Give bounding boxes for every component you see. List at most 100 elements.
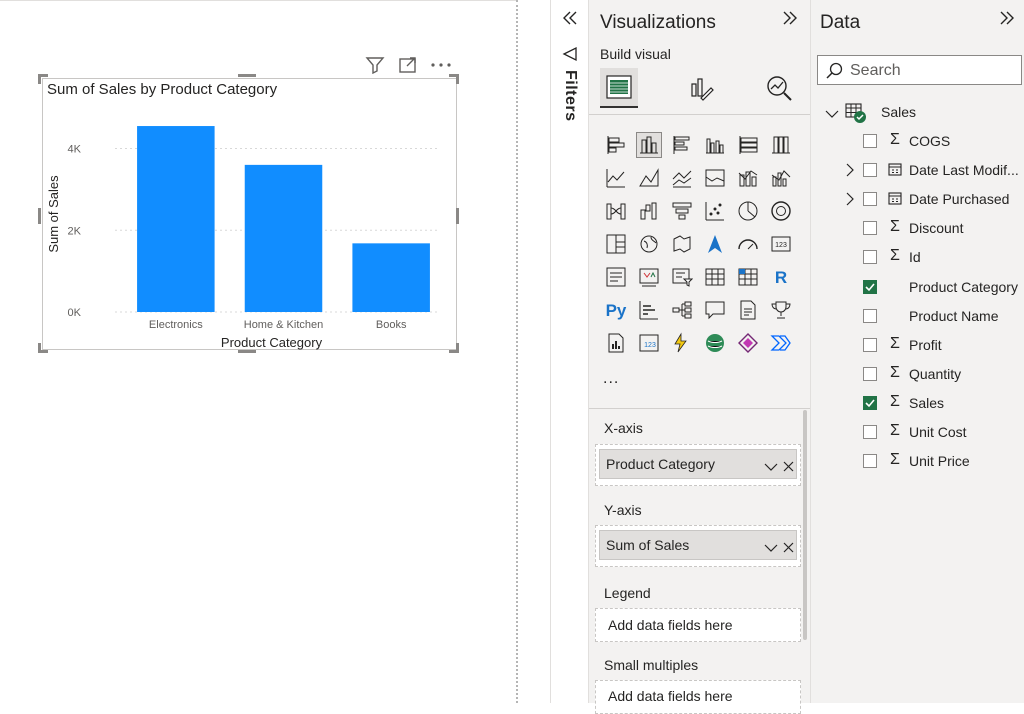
field-checkbox[interactable]	[863, 366, 877, 381]
decomposition-tree-icon[interactable]	[669, 297, 695, 323]
build-visual-tab[interactable]	[600, 68, 638, 108]
field-row[interactable]: Σ Quantity	[841, 362, 1024, 386]
power-apps-card-icon[interactable]: 123	[636, 330, 662, 356]
multi-row-card-icon[interactable]	[603, 264, 629, 290]
resize-handle[interactable]	[38, 74, 41, 84]
field-checkbox[interactable]	[863, 395, 877, 410]
field-checkbox[interactable]	[863, 425, 877, 439]
ribbon-chart-icon[interactable]	[603, 198, 629, 224]
y-axis-field-pill[interactable]: Sum of Sales	[599, 530, 797, 560]
pie-chart-icon[interactable]	[735, 198, 761, 224]
field-checkbox[interactable]	[863, 221, 877, 236]
analytics-tab[interactable]	[760, 68, 798, 108]
table-node-sales[interactable]: Sales	[825, 100, 1015, 124]
field-row[interactable]: Σ Unit Price	[841, 449, 1024, 473]
field-checkbox[interactable]	[863, 163, 877, 178]
kpi-icon[interactable]	[636, 264, 662, 290]
close-icon[interactable]	[783, 459, 794, 477]
chevron-down-icon[interactable]	[764, 540, 778, 558]
field-row[interactable]: Date Purchased	[841, 187, 1024, 211]
slicer-icon[interactable]	[669, 264, 695, 290]
report-canvas[interactable]: Sum of Sales by Product Category 0K 2K 4K E…	[0, 0, 518, 703]
field-checkbox[interactable]	[863, 337, 877, 352]
field-row[interactable]: Product Category	[841, 275, 1024, 299]
card-icon[interactable]: 123	[768, 231, 794, 257]
expand-filters-icon[interactable]	[561, 10, 579, 31]
bar-chart-visual[interactable]: Sum of Sales by Product Category 0K 2K 4K E…	[42, 78, 457, 350]
waterfall-chart-icon[interactable]	[636, 198, 662, 224]
paginated-report-icon[interactable]	[603, 330, 629, 356]
field-row[interactable]: Σ Unit Cost	[841, 420, 1024, 444]
chevron-down-icon[interactable]	[764, 459, 778, 477]
field-row[interactable]: Σ Discount	[841, 216, 1024, 240]
resize-handle[interactable]	[456, 343, 459, 353]
focus-mode-icon[interactable]	[397, 54, 419, 76]
area-chart-icon[interactable]	[636, 165, 662, 191]
stacked-bar-chart-icon[interactable]	[603, 132, 629, 158]
donut-chart-icon[interactable]	[768, 198, 794, 224]
100-stacked-bar-icon[interactable]	[735, 132, 761, 158]
field-checkbox[interactable]	[863, 192, 877, 207]
y-axis-well[interactable]: Sum of Sales	[595, 525, 801, 567]
chevron-right-icon[interactable]	[845, 163, 855, 182]
filled-map-icon[interactable]	[669, 231, 695, 257]
field-checkbox[interactable]	[863, 454, 877, 469]
clustered-bar-chart-icon[interactable]	[669, 132, 695, 158]
scatter-chart-icon[interactable]	[702, 198, 728, 224]
100-stacked-column-icon[interactable]	[768, 132, 794, 158]
field-checkbox[interactable]	[863, 308, 877, 323]
clustered-column-chart-icon[interactable]	[702, 132, 728, 158]
resize-handle[interactable]	[456, 208, 459, 224]
field-checkbox[interactable]	[863, 250, 877, 265]
legend-well[interactable]: Add data fields here	[595, 608, 801, 642]
x-axis-field-pill[interactable]: Product Category	[599, 449, 797, 479]
map-icon[interactable]	[636, 231, 662, 257]
r-visual-icon[interactable]: R	[768, 264, 794, 290]
arcgis-map-icon[interactable]	[702, 330, 728, 356]
power-automate-flow-icon[interactable]	[768, 330, 794, 356]
filter-icon[interactable]	[364, 54, 386, 76]
python-visual-icon[interactable]: Py	[603, 297, 629, 323]
stacked-area-chart-icon[interactable]	[669, 165, 695, 191]
wells-scrollbar[interactable]	[803, 410, 807, 640]
line-chart-icon[interactable]	[603, 165, 629, 191]
power-apps-icon[interactable]	[735, 330, 761, 356]
x-axis-well[interactable]: Product Category	[595, 444, 801, 486]
qa-visual-icon[interactable]	[702, 297, 728, 323]
trophy-goals-icon[interactable]	[768, 297, 794, 323]
field-row[interactable]: Σ Sales	[841, 391, 1024, 415]
treemap-icon[interactable]	[603, 231, 629, 257]
field-row[interactable]: Product Name	[841, 304, 1024, 328]
stacked-column-chart-icon[interactable]	[636, 132, 662, 158]
field-checkbox[interactable]	[863, 279, 877, 294]
smart-narrative-icon[interactable]	[735, 297, 761, 323]
filters-pane[interactable]: Filters	[550, 0, 588, 703]
chevron-down-icon[interactable]	[825, 106, 839, 124]
resize-handle[interactable]	[238, 350, 256, 353]
resize-handle[interactable]	[238, 74, 256, 77]
key-influencers-icon[interactable]	[636, 297, 662, 323]
small-multiples-well[interactable]: Add data fields here	[595, 680, 801, 714]
resize-handle[interactable]	[456, 74, 459, 84]
search-input[interactable]: Search	[817, 55, 1022, 85]
funnel-chart-icon[interactable]	[669, 198, 695, 224]
table-icon[interactable]	[702, 264, 728, 290]
resize-handle[interactable]	[38, 208, 41, 224]
100-stacked-area-icon[interactable]	[702, 165, 728, 191]
field-row[interactable]: Date Last Modif...	[841, 158, 1024, 182]
azure-map-icon[interactable]	[702, 231, 728, 257]
resize-handle[interactable]	[38, 343, 41, 353]
filters-label[interactable]: Filters	[561, 70, 579, 122]
field-row[interactable]: Σ Profit	[841, 333, 1024, 357]
field-row[interactable]: Σ COGS	[841, 129, 1024, 153]
power-automate-icon[interactable]	[669, 330, 695, 356]
field-row[interactable]: Σ Id	[841, 245, 1024, 269]
line-stacked-column-icon[interactable]	[735, 165, 761, 191]
collapse-data-icon[interactable]	[998, 10, 1016, 31]
collapse-visualizations-icon[interactable]	[781, 10, 799, 31]
matrix-icon[interactable]	[735, 264, 761, 290]
more-visuals-button[interactable]: ...	[603, 370, 619, 388]
close-icon[interactable]	[783, 540, 794, 558]
line-clustered-column-icon[interactable]	[768, 165, 794, 191]
gauge-icon[interactable]	[735, 231, 761, 257]
